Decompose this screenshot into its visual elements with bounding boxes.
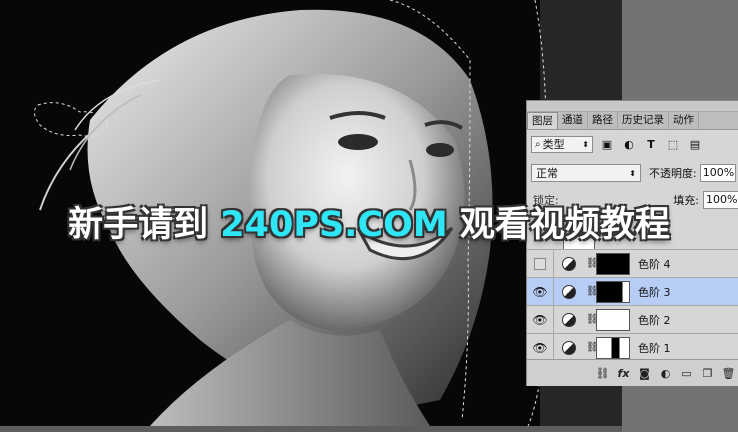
filter-kind-select[interactable]: ⌕ 类型 ⬍ [531,135,593,153]
smart-object-filter-icon[interactable]: ▤ [687,137,703,151]
blend-mode-value: 正常 [536,167,558,180]
tab-layers[interactable]: 图层 [527,112,558,129]
eye-icon: 👁 [532,312,548,327]
layer-name: 色阶 2 [638,313,671,327]
new-layer-icon[interactable]: ❐ [697,364,718,382]
layer-filter-row: ⌕ 类型 ⬍ ▣ ◐ T ⬚ ▤ [531,134,738,154]
layer-row[interactable]: ⛓ 色阶 4 [527,249,738,277]
levels-adjustment-icon [562,340,576,355]
visibility-toggle[interactable]: 👁 [527,278,554,305]
opacity-label: 不透明度: [649,167,697,180]
link-icon[interactable]: ⛓ [592,364,613,382]
search-icon: ⌕ [535,138,541,150]
type-filter-icon[interactable]: T [643,137,659,151]
layer-mask-thumbnail[interactable] [596,308,630,331]
tab-paths[interactable]: 路径 [588,112,618,129]
adjustment-filter-icon[interactable]: ◐ [621,137,637,151]
shape-filter-icon[interactable]: ⬚ [665,137,681,151]
eye-icon: 👁 [532,284,548,299]
updown-arrow-icon: ⬍ [582,139,589,149]
tab-actions[interactable]: 动作 [669,112,699,129]
hidden-box-icon [534,257,546,270]
workspace-bottom [0,426,622,432]
layer-name: 色阶 4 [638,257,671,271]
levels-adjustment-icon [562,284,576,299]
banner-suffix: 观看视频教程 [447,205,670,245]
filter-kind-label: 类型 [542,138,565,151]
tab-channels[interactable]: 通道 [558,112,588,129]
chain-link-icon[interactable]: ⛓ [586,342,599,353]
chain-link-icon[interactable]: ⛓ [586,286,599,297]
fx-icon[interactable]: fx [613,364,634,382]
banner-prefix: 新手请到 [68,205,221,245]
eye-icon: 👁 [532,340,548,355]
layer-mask-thumbnail[interactable] [596,280,630,303]
panel-tabs: 图层 通道 路径 历史记录 动作 [527,112,738,130]
layers-footer: ⛓ fx ◙ ◐ ▭ ❐ 🗑 [527,359,738,386]
layer-mask-thumbnail[interactable] [596,336,630,359]
trash-icon[interactable]: 🗑 [718,364,738,382]
visibility-toggle[interactable] [527,250,554,277]
image-filter-icon[interactable]: ▣ [599,137,615,151]
updown-arrow-icon: ⬍ [629,168,636,178]
opacity-input[interactable]: 100% [699,164,736,182]
blend-row: 正常 ⬍ 不透明度: 100% [531,163,738,183]
visibility-toggle[interactable]: 👁 [527,334,554,361]
layer-row[interactable]: 👁 ⛓ 色阶 3 [527,277,738,305]
levels-adjustment-icon [562,312,576,327]
panel-header-bar[interactable] [527,101,738,112]
layer-mask-thumbnail[interactable] [596,252,630,275]
layer-name: 色阶 3 [638,285,671,299]
chain-link-icon[interactable]: ⛓ [586,314,599,325]
blend-mode-select[interactable]: 正常 ⬍ [531,164,641,182]
folder-icon[interactable]: ▭ [676,364,697,382]
chain-link-icon[interactable]: ⛓ [586,258,599,269]
visibility-toggle[interactable]: 👁 [527,306,554,333]
layer-row[interactable]: 👁 ⛓ 色阶 1 [527,333,738,361]
adjustment-icon[interactable]: ◐ [655,364,676,382]
watermark-banner: 新手请到 240PS.COM 观看视频教程 [0,196,738,247]
layer-row[interactable]: 👁 ⛓ 色阶 2 [527,305,738,333]
levels-adjustment-icon [562,256,576,271]
banner-brand: 240PS.COM [220,205,448,245]
layer-name: 色阶 1 [638,341,671,355]
mask-icon[interactable]: ◙ [634,364,655,382]
tab-history[interactable]: 历史记录 [618,112,669,129]
layer-list: ⛓ 色阶 4 👁 ⛓ 色阶 3 👁 ⛓ 色阶 2 👁 ⛓ 色阶 1 [527,249,738,361]
